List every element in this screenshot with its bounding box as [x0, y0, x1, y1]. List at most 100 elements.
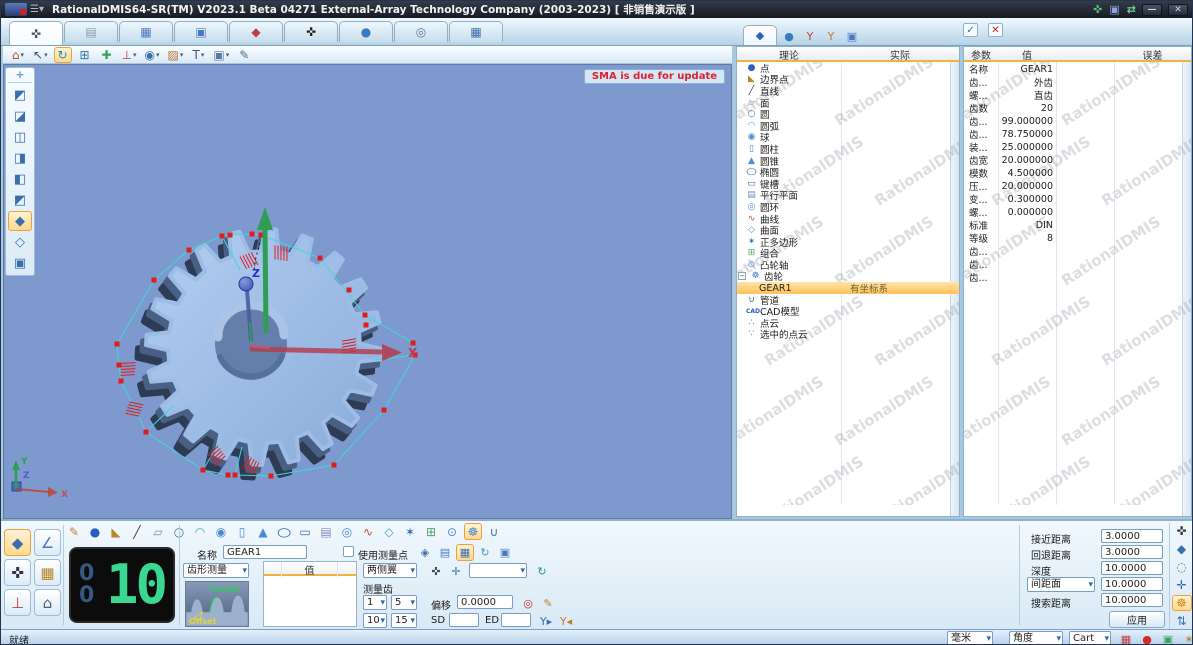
use-measured-points-checkbox[interactable] — [343, 546, 354, 557]
filter-red-icon[interactable]: Y — [801, 27, 819, 45]
strip-scroll-icon[interactable]: ⇅ — [1172, 613, 1192, 629]
tab-cad[interactable]: ◆ — [229, 21, 283, 42]
geo-sphere-button[interactable]: ◉ — [212, 523, 230, 540]
table-view-icon[interactable]: ▦ — [456, 544, 474, 561]
motion-input[interactable] — [1101, 561, 1163, 575]
tree-item-selected-point-cloud[interactable]: ∵ 选中的点云 — [737, 329, 959, 341]
edit-offset-icon[interactable]: ✎ — [539, 595, 557, 612]
capture-button[interactable]: ▣ ▾ — [211, 47, 231, 63]
filter-orange-icon[interactable]: Y — [822, 27, 840, 45]
angle-select[interactable]: 角度 — [1009, 631, 1063, 644]
tool-edge-measure[interactable]: ◨ — [8, 148, 32, 168]
tab-feature[interactable]: ● — [339, 21, 393, 42]
filter-forward-icon[interactable]: Y▸ — [537, 613, 555, 630]
measured-points-icon[interactable]: ◈ — [416, 544, 434, 561]
feature-name-input[interactable] — [223, 545, 307, 559]
motion-input[interactable] — [1101, 593, 1163, 607]
report-view-icon[interactable]: ▣ — [496, 544, 514, 561]
label-button[interactable]: T ▾ — [189, 47, 207, 63]
motion-input[interactable] — [1101, 545, 1163, 559]
strip-settings-icon[interactable]: ☸ — [1171, 595, 1192, 611]
sd-input[interactable] — [449, 613, 479, 627]
tab-feature-tree[interactable]: ◆ — [743, 25, 777, 45]
tab-machine[interactable]: ▦ — [449, 21, 503, 42]
pin-icon[interactable]: ✛ — [8, 70, 32, 83]
mode-measure-button[interactable]: ◆ — [4, 529, 31, 556]
monitor-icon[interactable]: ▣ — [843, 27, 861, 45]
geo-pipe-button[interactable]: ∪ — [485, 523, 503, 540]
screen-share-icon[interactable]: ▣ — [1109, 3, 1119, 16]
geo-curve-button[interactable]: ∿ — [359, 523, 377, 540]
geo-cylinder-button[interactable]: ▯ — [233, 523, 251, 540]
geo-boundary-point-button[interactable]: ◣ — [107, 523, 125, 540]
mode-caliper-button[interactable]: ∠ — [34, 529, 61, 556]
tooth-from-select[interactable]: 1 — [363, 595, 387, 610]
viewport-3d[interactable]: X Z Y Z X SMA is due for update — [3, 64, 732, 519]
tab-probe-manager[interactable]: ✜ — [284, 21, 338, 42]
grid-status-icon[interactable]: ▦ — [1117, 631, 1135, 644]
mode-crate-button[interactable]: ▦ — [34, 559, 61, 586]
ed-input[interactable] — [501, 613, 531, 627]
tooth-to2-select[interactable]: 15 — [391, 613, 417, 628]
tab-grid[interactable]: ▦ — [119, 21, 173, 42]
geo-point-button[interactable]: ● — [86, 523, 104, 540]
tooth-from2-select[interactable]: 10 — [363, 613, 387, 628]
tool-point-measure[interactable]: ◪ — [8, 106, 32, 126]
minimize-button[interactable]: — — [1142, 3, 1162, 16]
strip-feature-icon[interactable]: ◆ — [1172, 541, 1192, 557]
alignment-button[interactable]: ⊥ ▾ — [120, 47, 139, 63]
geo-slot-button[interactable]: ▭ — [296, 523, 314, 540]
geo-arc-button[interactable]: ◠ — [191, 523, 209, 540]
measure-type-select[interactable]: 齿形测量 — [183, 563, 249, 578]
view-button[interactable]: ◉ ▾ — [143, 47, 162, 63]
filter-back-icon[interactable]: Y◂ — [557, 613, 575, 630]
construct-tool-icon[interactable]: ✎ — [65, 523, 83, 540]
motion-input[interactable] — [1101, 577, 1163, 591]
refresh-icon[interactable]: ↻ — [533, 563, 551, 580]
probe-select[interactable] — [469, 563, 527, 578]
tooth-to-select[interactable]: 5 — [391, 595, 417, 610]
geo-cone-button[interactable]: ▲ — [254, 523, 272, 540]
probe-t-icon[interactable]: ✜ — [427, 563, 445, 580]
axis-status-icon[interactable]: ▣ — [1159, 631, 1177, 644]
geo-group-button[interactable]: ⊞ — [422, 523, 440, 540]
offset-input[interactable] — [457, 595, 513, 609]
confirm-check-button[interactable]: ✓ — [963, 23, 978, 37]
units-select[interactable]: 毫米 — [947, 631, 993, 644]
tool-vector-measure[interactable]: ◫ — [8, 127, 32, 147]
motion-input[interactable] — [1101, 529, 1163, 543]
tab-report[interactable]: ▤ — [64, 21, 118, 42]
home-button[interactable]: ⌂ ▾ — [9, 47, 27, 63]
mode-axes-button[interactable]: ⊥ — [4, 589, 31, 616]
geo-line-button[interactable]: ╱ — [128, 523, 146, 540]
tab-measure[interactable]: ✜ — [9, 21, 63, 45]
geo-gear-button[interactable]: ☸ — [464, 523, 482, 540]
strip-probe2-icon[interactable]: ✛ — [1172, 577, 1192, 593]
close-button[interactable]: ✕ — [1168, 3, 1188, 16]
geo-plane-button[interactable]: ▱ — [149, 523, 167, 540]
device-sync-icon[interactable]: ⇄ — [1127, 3, 1136, 16]
coord-select[interactable]: Cart — [1069, 631, 1111, 644]
geo-camshaft-button[interactable]: ⊙ — [443, 523, 461, 540]
zoom-window-button[interactable]: ⊞ — [76, 47, 94, 63]
close-panel-button[interactable]: ✕ — [988, 23, 1003, 37]
tab-disc[interactable]: ◎ — [394, 21, 448, 42]
tab-output[interactable]: ▣ — [174, 21, 228, 42]
spacing-plane-select[interactable]: 间距面 — [1027, 577, 1095, 592]
strip-probe-icon[interactable]: ✜ — [1172, 523, 1192, 539]
probe-position-button[interactable]: ✚ — [98, 47, 116, 63]
apply-button[interactable]: 应用 — [1109, 611, 1165, 628]
flank-select[interactable]: 两侧翼 — [363, 563, 417, 578]
graph-icon[interactable]: ▤ — [436, 544, 454, 561]
tool-probe-edit[interactable]: ◧ — [8, 169, 32, 189]
link-status-icon[interactable]: ✶ — [1180, 631, 1192, 644]
probe-angle-icon[interactable]: ✛ — [447, 563, 465, 580]
tool-disable-probe[interactable]: ◩ — [8, 85, 32, 105]
target-point-icon[interactable]: ◎ — [519, 595, 537, 612]
probe-ball-icon[interactable]: ● — [1138, 631, 1156, 644]
tool-batch[interactable]: ◇ — [8, 232, 32, 252]
tool-probe-comp[interactable]: ◩ — [8, 190, 32, 210]
mode-machine-button[interactable]: ⌂ — [34, 589, 61, 616]
geo-surface-button[interactable]: ◇ — [380, 523, 398, 540]
measure-scan-button[interactable]: ✎ — [235, 47, 253, 63]
